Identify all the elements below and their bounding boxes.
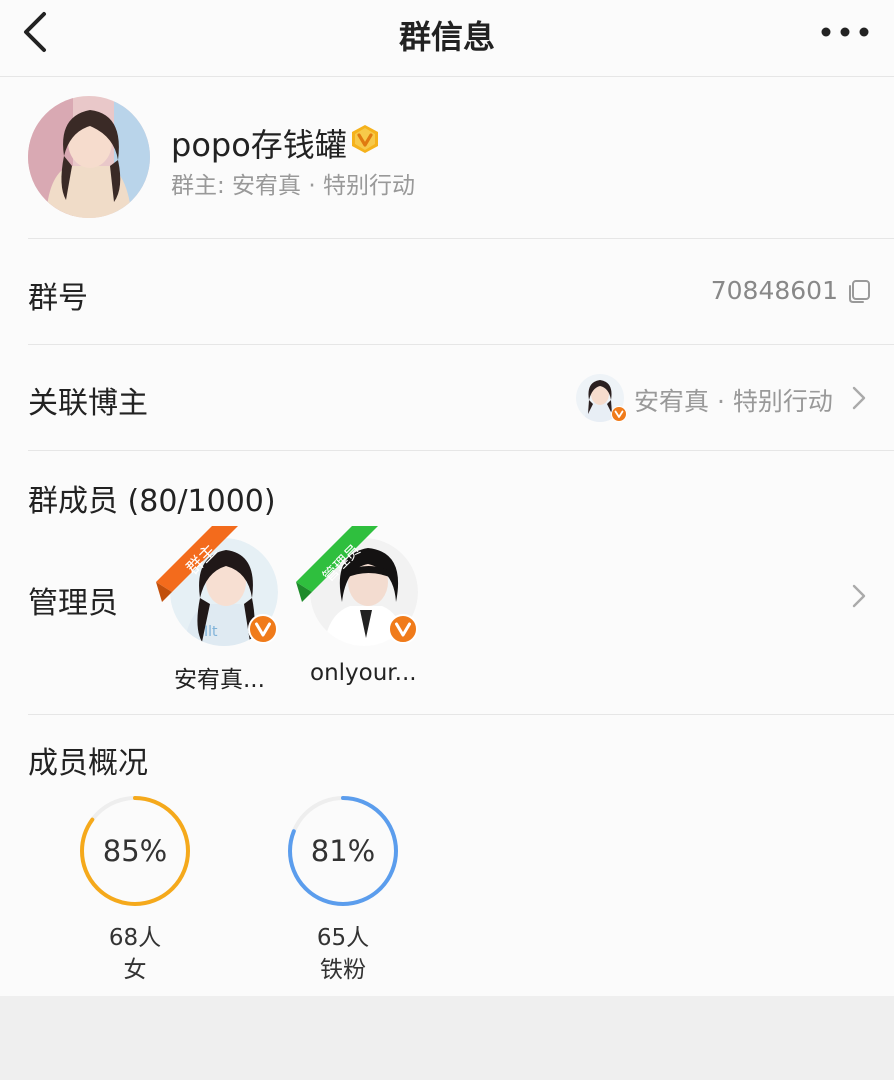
admin-avatar-manager[interactable]: 管理员 xyxy=(296,526,420,648)
svg-text:Ilt: Ilt xyxy=(204,624,218,640)
admin-label: 管理员 xyxy=(28,586,118,621)
chevron-right-icon xyxy=(852,386,866,410)
stat-iron-fans: 81% 65人 铁粉 xyxy=(286,794,406,994)
copy-icon[interactable] xyxy=(846,278,872,304)
verified-v-icon xyxy=(611,406,627,422)
group-id-label: 群号 xyxy=(28,281,88,316)
stat-label: 女 xyxy=(123,957,147,983)
verified-v-icon xyxy=(352,125,378,153)
group-header[interactable]: popo存钱罐 群主: 安宥真 · 特别行动 xyxy=(28,96,894,239)
admin-name-manager: onlyour... xyxy=(310,660,417,686)
overview-title: 成员概况 xyxy=(28,746,148,781)
group-id-value: 70848601 xyxy=(710,276,838,305)
owner-ribbon: 群主 xyxy=(156,526,238,602)
group-name: popo存钱罐 xyxy=(171,126,347,164)
group-avatar xyxy=(28,96,150,218)
linked-blogger-label: 关联博主 xyxy=(28,386,148,421)
stat-label: 铁粉 xyxy=(320,957,366,983)
admin-name-owner: 安宥真... xyxy=(174,667,265,693)
stat-percent: 85% xyxy=(102,834,168,868)
nav-bar: 群信息 xyxy=(0,0,894,77)
verified-v-icon xyxy=(248,614,278,644)
stat-count: 68人 xyxy=(108,925,162,951)
members-title: 群成员 (80/1000) xyxy=(28,484,276,519)
group-info-page: 群信息 popo存钱罐 群主: 安宥真 · 特别行动 群号 70848601 关… xyxy=(0,0,894,996)
chevron-right-icon[interactable] xyxy=(850,582,868,610)
group-id-row: 群号 70848601 xyxy=(28,240,894,345)
stat-female: 85% 68人 女 xyxy=(78,794,198,994)
group-owner: 群主: 安宥真 · 特别行动 xyxy=(171,173,415,199)
stat-count: 65人 xyxy=(316,925,370,951)
page-title: 群信息 xyxy=(398,18,495,56)
admin-avatar-owner[interactable]: Ilt 群主 xyxy=(156,526,280,648)
members-section[interactable]: 群成员 (80/1000) 管理员 Ilt 群主 安宥真... 管理员 only… xyxy=(28,452,894,715)
manager-ribbon: 管理员 xyxy=(296,526,378,602)
stat-percent: 81% xyxy=(310,834,376,868)
linked-blogger-row[interactable]: 关联博主 安宥真 · 特别行动 xyxy=(28,346,894,451)
member-overview: 成员概况 85% 68人 女 81% 65人 铁粉 xyxy=(28,716,894,996)
linked-blogger-name: 安宥真 · 特别行动 xyxy=(634,387,833,416)
verified-v-icon xyxy=(388,614,418,644)
more-dots-icon[interactable] xyxy=(820,22,870,42)
